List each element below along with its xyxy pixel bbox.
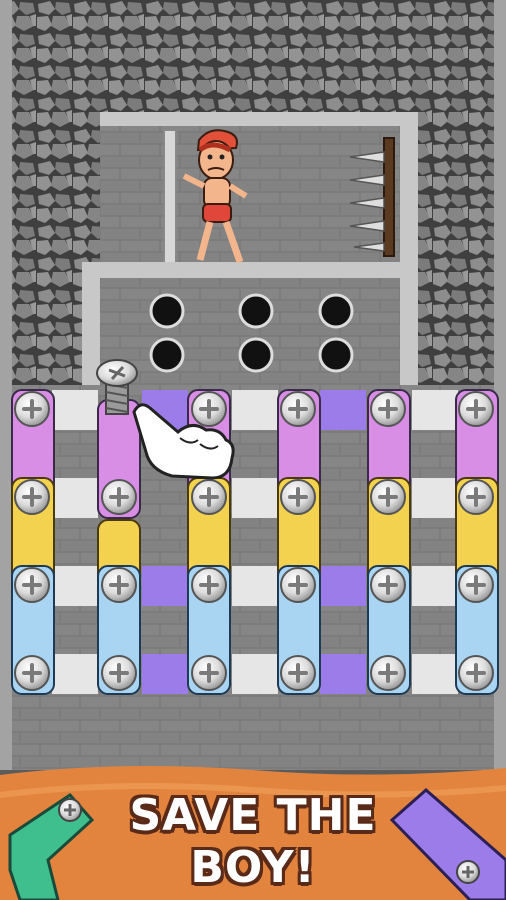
screw-head-icon[interactable]: [458, 479, 494, 515]
screw-head-icon[interactable]: [280, 479, 316, 515]
screw-head-icon[interactable]: [280, 655, 316, 691]
screw-head-icon[interactable]: [370, 567, 406, 603]
screw-head-icon[interactable]: [14, 479, 50, 515]
screw-head-icon[interactable]: [14, 567, 50, 603]
banner-line-1: SAVE THE: [129, 790, 377, 841]
screw-head-icon[interactable]: [14, 655, 50, 691]
screw-head-icon[interactable]: [191, 655, 227, 691]
screw-head-icon[interactable]: [191, 479, 227, 515]
banner-line-2: BOY!: [190, 842, 316, 893]
screw-head-icon[interactable]: [458, 567, 494, 603]
screw-head-icon[interactable]: [191, 391, 227, 427]
screw-head-icon[interactable]: [191, 567, 227, 603]
screw-head-icon[interactable]: [14, 391, 50, 427]
screw-head-icon[interactable]: [458, 391, 494, 427]
screw-head-icon[interactable]: [280, 567, 316, 603]
screw-head-icon[interactable]: [280, 391, 316, 427]
screw-head-icon[interactable]: [101, 479, 137, 515]
screw-head-icon[interactable]: [458, 655, 494, 691]
screw-head-icon[interactable]: [370, 479, 406, 515]
screw-head-icon[interactable]: [101, 655, 137, 691]
screw-head-icon[interactable]: [370, 391, 406, 427]
screw-head-icon[interactable]: [370, 655, 406, 691]
title-banner: SAVE THE BOY!: [0, 750, 506, 900]
screw-head-icon[interactable]: [101, 567, 137, 603]
